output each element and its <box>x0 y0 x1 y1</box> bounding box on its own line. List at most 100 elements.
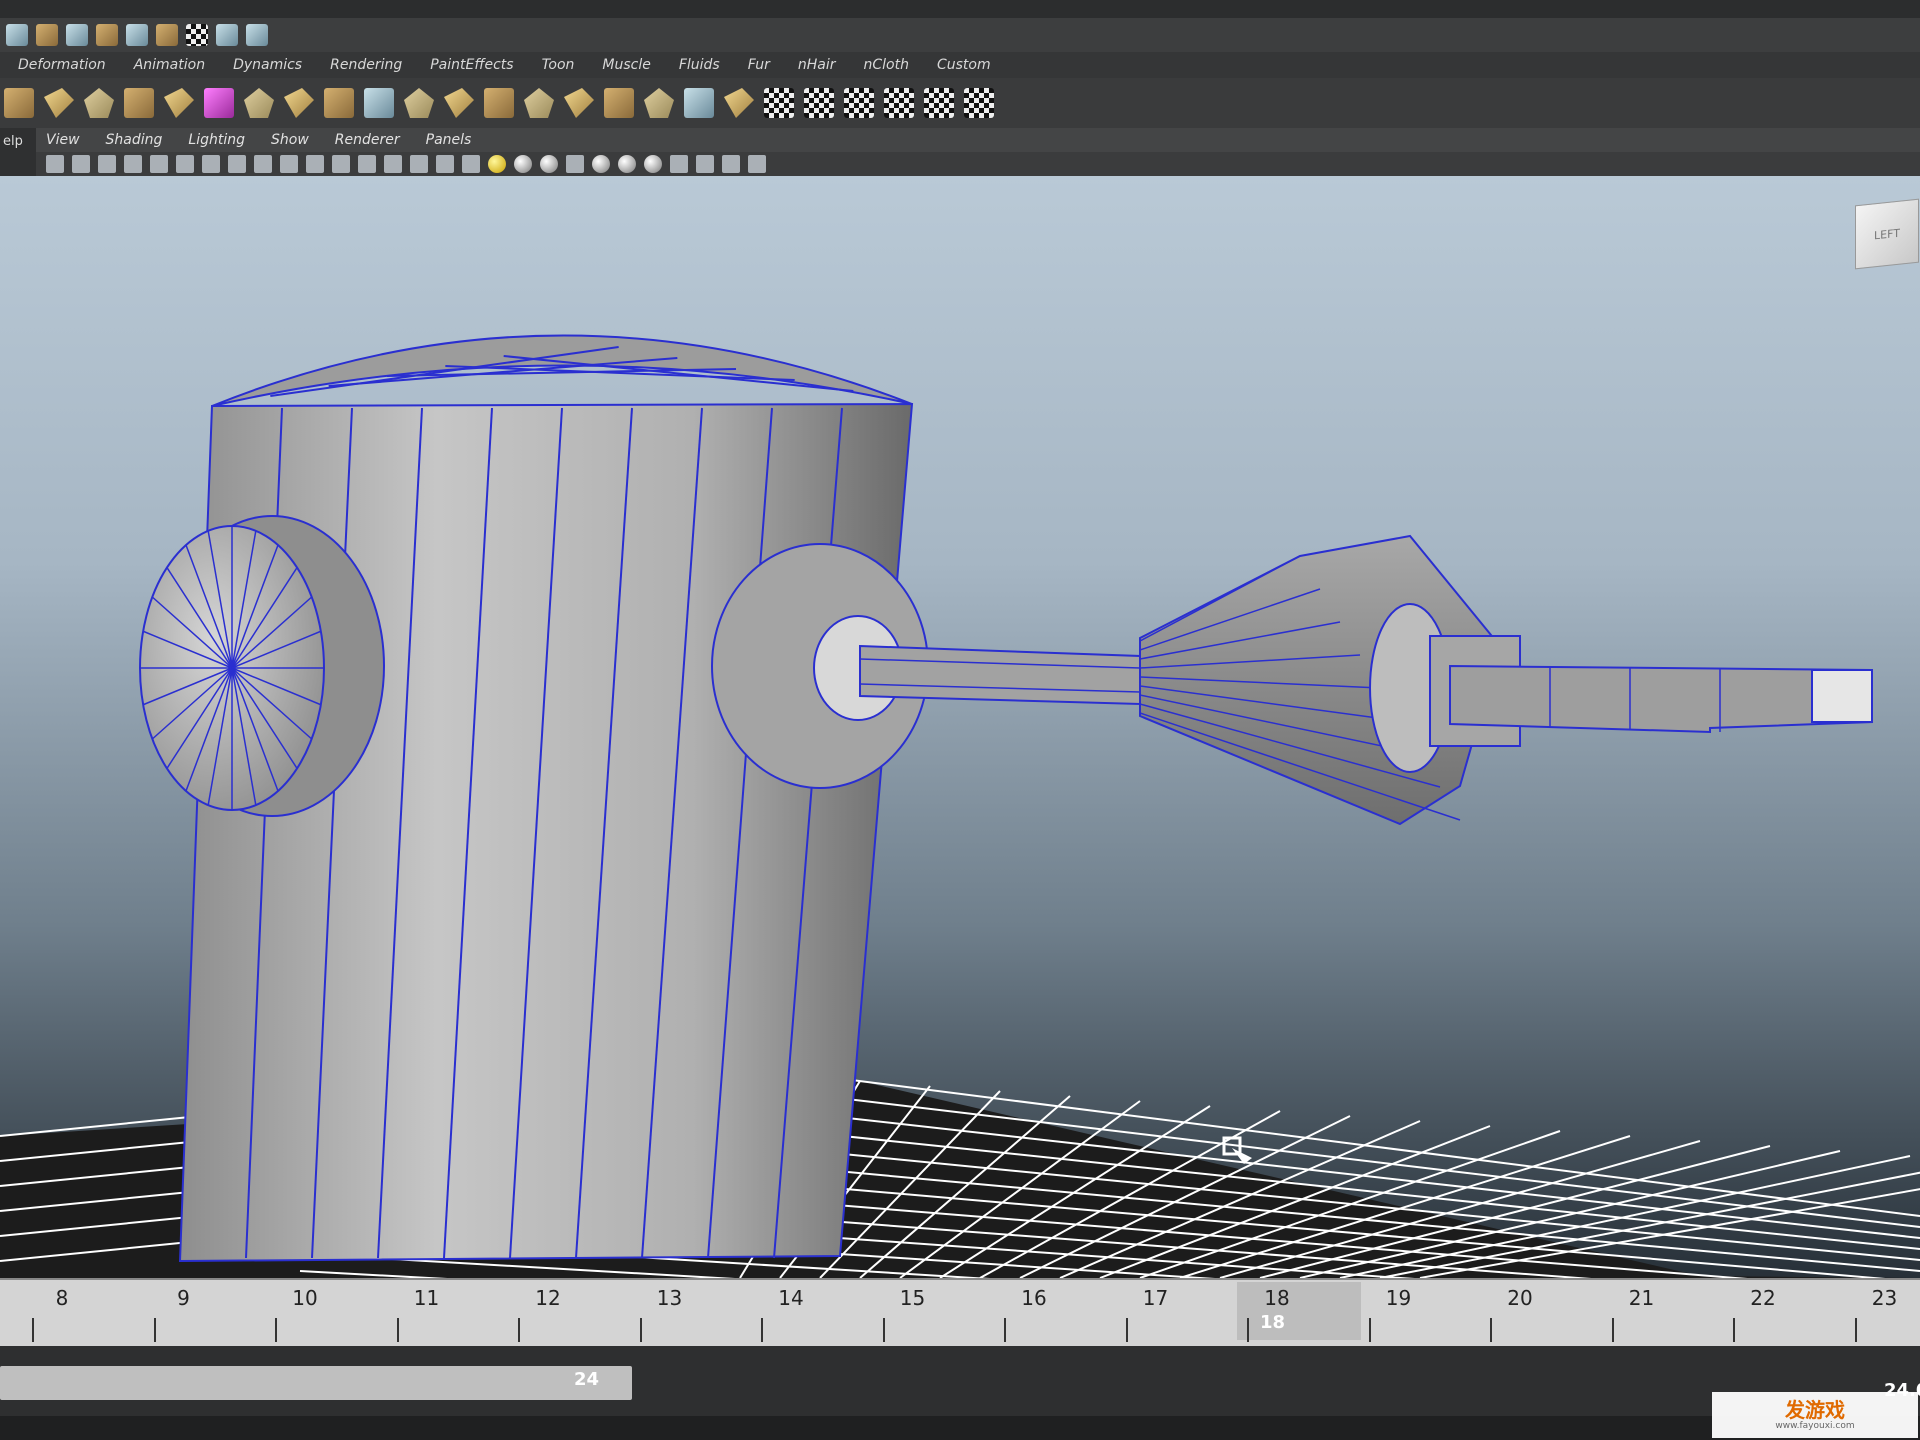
lasso-icon[interactable] <box>36 24 58 46</box>
view-cube[interactable]: LEFT <box>1855 198 1919 270</box>
isolate-select-icon[interactable] <box>566 155 584 173</box>
frame-all-icon[interactable] <box>696 155 714 173</box>
range-slider[interactable] <box>0 1366 632 1400</box>
append-icon[interactable] <box>444 88 474 118</box>
gate-mask-icon[interactable] <box>280 155 298 173</box>
camera-select-icon[interactable] <box>46 155 64 173</box>
poly-torus-icon[interactable] <box>124 88 154 118</box>
combine-icon[interactable] <box>484 88 514 118</box>
shelf-tab-animation[interactable]: Animation <box>120 54 219 76</box>
shelf-tab-rendering[interactable]: Rendering <box>316 54 416 76</box>
2d-pan-zoom-icon[interactable] <box>150 155 168 173</box>
camera-attributes-icon[interactable] <box>72 155 90 173</box>
frame-tick <box>882 1318 885 1342</box>
frame-tick <box>32 1318 34 1342</box>
xray-joints-icon[interactable] <box>618 155 636 173</box>
shelf-tab-toon[interactable]: Toon <box>528 54 589 76</box>
extrude-icon[interactable] <box>284 88 314 118</box>
poly-cylinder-icon[interactable] <box>164 88 194 118</box>
bevel-icon[interactable] <box>324 88 354 118</box>
bridge-icon[interactable] <box>644 88 674 118</box>
left-disk[interactable] <box>139 515 385 817</box>
separate-icon[interactable] <box>524 88 554 118</box>
snap-grid-icon[interactable] <box>66 24 88 46</box>
panel-menu-shading[interactable]: Shading <box>106 132 163 148</box>
split-icon[interactable] <box>404 88 434 118</box>
frame-tick <box>1247 1318 1249 1342</box>
shelf-tab-custom[interactable]: Custom <box>923 54 1005 76</box>
merge-icon[interactable] <box>364 88 394 118</box>
wireframe-icon[interactable] <box>384 155 402 173</box>
frame-tick-label: 12 <box>535 1286 561 1310</box>
uv-checker-icon[interactable] <box>764 88 794 118</box>
snap-curve-icon[interactable] <box>96 24 118 46</box>
polygon-tool-icon[interactable] <box>4 88 34 118</box>
poly-cube-icon[interactable] <box>204 88 234 118</box>
shelf-tab-painteffects[interactable]: PaintEffects <box>416 54 527 76</box>
fill-hole-icon[interactable] <box>684 88 714 118</box>
grid-toggle-icon[interactable] <box>202 155 220 173</box>
xray-components-icon[interactable] <box>644 155 662 173</box>
select-camera-icon[interactable] <box>670 155 688 173</box>
uv-cylindrical-icon[interactable] <box>844 88 874 118</box>
shelf-tab-dynamics[interactable]: Dynamics <box>219 54 316 76</box>
safe-title-icon[interactable] <box>358 155 376 173</box>
grease-pencil-icon[interactable] <box>176 155 194 173</box>
shelf-tab-fluids[interactable]: Fluids <box>665 54 734 76</box>
high-quality-icon[interactable] <box>540 155 558 173</box>
share-icon[interactable] <box>748 155 766 173</box>
time-slider[interactable]: 18 8 9 10 11 12 13 14 15 16 17 18 19 20 21 22 23 <box>0 1278 1920 1346</box>
help-label[interactable]: elp <box>0 128 36 155</box>
shelf-tab-deformation[interactable]: Deformation <box>4 54 120 76</box>
textured-icon[interactable] <box>462 155 480 173</box>
shelf-tab-nhair[interactable]: nHair <box>784 54 850 76</box>
poly-sphere-icon[interactable] <box>44 88 74 118</box>
panel-menu-renderer[interactable]: Renderer <box>335 132 400 148</box>
panel-menu-view[interactable]: View <box>46 132 80 148</box>
smooth-shade-icon[interactable] <box>410 155 428 173</box>
shelf-tab-fur[interactable]: Fur <box>734 54 784 76</box>
watermark-logo: 发游戏 www.fayouxi.com <box>1712 1392 1918 1438</box>
smooth-icon[interactable] <box>564 88 594 118</box>
uv-automatic-icon[interactable] <box>924 88 954 118</box>
uv-editor-icon[interactable] <box>964 88 994 118</box>
uv-spherical-icon[interactable] <box>884 88 914 118</box>
viewport-scene[interactable] <box>0 176 1920 1278</box>
bookmark-icon[interactable] <box>98 155 116 173</box>
snap-point-icon[interactable] <box>126 24 148 46</box>
film-gate-icon[interactable] <box>228 155 246 173</box>
select-mode-icon[interactable] <box>6 24 28 46</box>
frame-tick-label: 16 <box>1021 1286 1047 1310</box>
frame-tick <box>1004 1318 1006 1342</box>
snap-surface-icon[interactable] <box>156 24 178 46</box>
poly-cone-icon[interactable] <box>84 88 114 118</box>
field-chart-icon[interactable] <box>306 155 324 173</box>
ipr-render-icon[interactable] <box>216 24 238 46</box>
panel-menu-lighting[interactable]: Lighting <box>188 132 245 148</box>
safe-action-icon[interactable] <box>332 155 350 173</box>
mirror-icon[interactable] <box>604 88 634 118</box>
xray-icon[interactable] <box>592 155 610 173</box>
resolution-gate-icon[interactable] <box>254 155 272 173</box>
render-settings-icon[interactable] <box>246 24 268 46</box>
panel-menu: View Shading Lighting Show Renderer Panels <box>36 128 1920 152</box>
frame-selected-icon[interactable] <box>722 155 740 173</box>
boolean-icon[interactable] <box>724 88 754 118</box>
use-all-lights-icon[interactable] <box>488 155 506 173</box>
wireframe-on-shaded-icon[interactable] <box>436 155 454 173</box>
gripper-tip <box>1811 669 1873 723</box>
poly-plane-icon[interactable] <box>244 88 274 118</box>
command-line[interactable] <box>0 1416 1920 1440</box>
shelf-tab-ncloth[interactable]: nCloth <box>849 54 922 76</box>
image-plane-icon[interactable] <box>124 155 142 173</box>
uv-planar-icon[interactable] <box>804 88 834 118</box>
arm-rod[interactable] <box>859 644 1141 706</box>
range-end-field[interactable]: 24 <box>574 1369 599 1390</box>
frame-tick-label: 10 <box>292 1286 318 1310</box>
shelf-tab-muscle[interactable]: Muscle <box>588 54 664 76</box>
render-icon[interactable] <box>186 24 208 46</box>
panel-menu-show[interactable]: Show <box>271 132 309 148</box>
frame-tick <box>153 1318 156 1342</box>
panel-menu-panels[interactable]: Panels <box>426 132 472 148</box>
shadows-icon[interactable] <box>514 155 532 173</box>
